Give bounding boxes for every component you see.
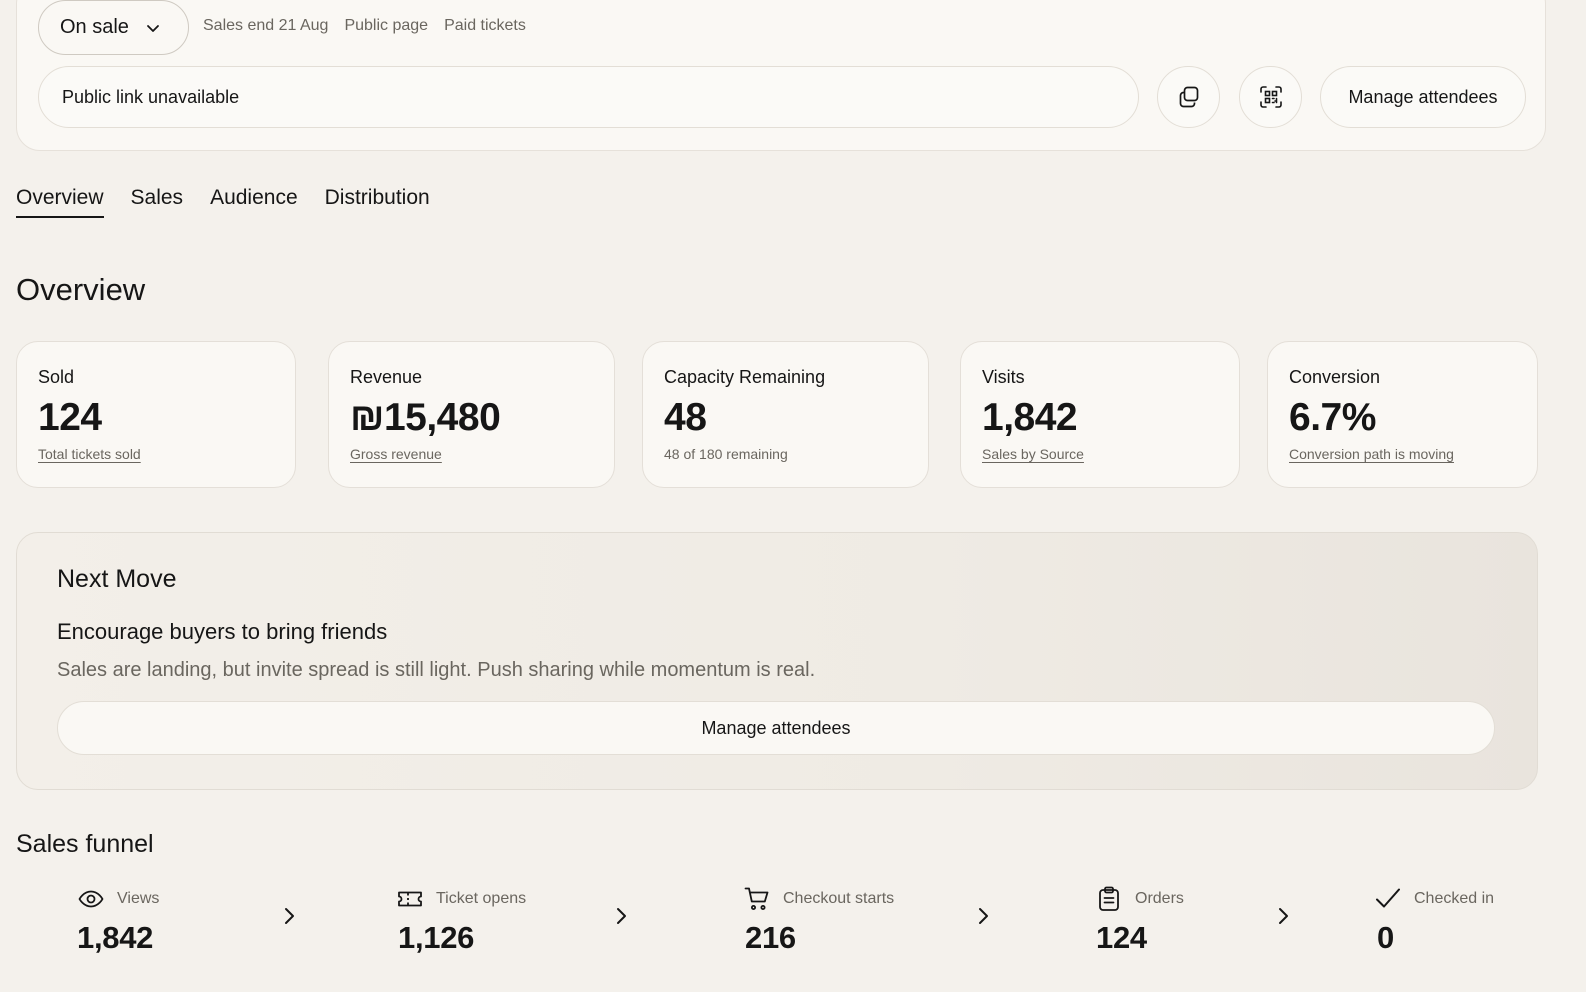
cart-icon xyxy=(744,887,769,910)
check-icon xyxy=(1376,888,1400,908)
public-link-field[interactable]: Public link unavailable xyxy=(38,66,1139,128)
stat-value: 48 xyxy=(664,396,707,439)
stat-sub: 48 of 180 remaining xyxy=(664,446,788,462)
eye-icon xyxy=(78,890,104,908)
funnel-step-orders: Orders 124 xyxy=(1095,884,1184,956)
stat-link[interactable]: Conversion path is moving xyxy=(1289,446,1516,462)
funnel-label: Checked in xyxy=(1414,890,1495,907)
status-label: On sale xyxy=(60,16,129,38)
event-meta: Sales end 21 Aug Public page Paid ticket… xyxy=(203,17,526,35)
meta-paid-tickets: Paid tickets xyxy=(444,17,526,34)
copy-link-button[interactable] xyxy=(1157,66,1220,128)
stat-link[interactable]: Gross revenue xyxy=(350,446,593,462)
stat-link[interactable]: Sales by Source xyxy=(982,446,1218,462)
funnel-label: Orders xyxy=(1135,890,1184,907)
chevron-right-icon xyxy=(617,908,626,924)
funnel-step-views: Views 1,842 xyxy=(77,884,159,956)
stat-card-sold: Sold 124 Total tickets sold xyxy=(16,341,296,488)
ticket-icon xyxy=(398,891,422,907)
chevron-right-icon xyxy=(1279,908,1288,924)
next-move-manage-button[interactable]: Manage attendees xyxy=(57,701,1495,755)
copy-icon xyxy=(1179,86,1198,108)
chevron-right-icon xyxy=(285,908,294,924)
stat-value: 6.7% xyxy=(1289,396,1376,439)
public-link-text: Public link unavailable xyxy=(62,86,240,107)
funnel-step-checked-in: Checked in 0 xyxy=(1374,884,1494,956)
status-dropdown[interactable]: On sale xyxy=(38,0,189,55)
stat-label: Conversion xyxy=(1289,367,1381,387)
qr-code-button[interactable] xyxy=(1239,66,1302,128)
chevron-down-icon xyxy=(147,24,159,32)
tab-overview[interactable]: Overview xyxy=(16,186,104,218)
manage-attendees-button[interactable]: Manage attendees xyxy=(1320,66,1526,128)
stat-value: ₪15,480 xyxy=(350,396,501,439)
stat-value: 1,842 xyxy=(982,396,1078,439)
stat-label: Sold xyxy=(38,367,75,387)
tab-sales[interactable]: Sales xyxy=(131,186,184,218)
qr-code-icon xyxy=(1259,86,1282,108)
funnel-value: 1,842 xyxy=(77,920,154,955)
stat-card-revenue: Revenue ₪15,480 Gross revenue xyxy=(328,341,615,488)
funnel-step-ticket-opens: Ticket opens 1,126 xyxy=(396,884,526,956)
chevron-right-icon xyxy=(979,908,988,924)
funnel-value: 1,126 xyxy=(398,920,475,955)
funnel-value: 0 xyxy=(1377,920,1394,955)
stat-card-capacity: Capacity Remaining 48 48 of 180 remainin… xyxy=(642,341,929,488)
tab-audience[interactable]: Audience xyxy=(210,186,298,218)
meta-sales-end: Sales end 21 Aug xyxy=(203,17,329,34)
next-move-description: Sales are landing, but invite spread is … xyxy=(57,659,816,681)
next-move-headline: Encourage buyers to bring friends xyxy=(57,619,388,644)
stat-card-conversion: Conversion 6.7% Conversion path is movin… xyxy=(1267,341,1538,488)
funnel-label: Checkout starts xyxy=(783,890,895,907)
stat-card-visits: Visits 1,842 Sales by Source xyxy=(960,341,1240,488)
stat-label: Revenue xyxy=(350,367,423,387)
funnel-label: Ticket opens xyxy=(436,890,527,907)
stat-value: 124 xyxy=(38,396,102,439)
meta-public-page: Public page xyxy=(344,17,429,34)
stat-link[interactable]: Total tickets sold xyxy=(38,446,274,462)
next-move-card: Next Move Encourage buyers to bring frie… xyxy=(16,532,1538,790)
event-dashboard: On sale Sales end 21 Aug Public page Pai… xyxy=(0,0,1586,992)
funnel-value: 124 xyxy=(1096,920,1147,955)
clipboard-icon xyxy=(1099,886,1119,911)
tab-bar: Overview Sales Audience Distribution xyxy=(16,186,430,218)
stat-label: Visits xyxy=(982,367,1025,387)
overview-title: Overview xyxy=(16,272,146,307)
funnel-label: Views xyxy=(117,890,160,907)
funnel-step-checkout-starts: Checkout starts 216 xyxy=(743,884,894,956)
funnel-value: 216 xyxy=(745,920,796,955)
next-move-title: Next Move xyxy=(57,565,177,593)
sales-funnel-title: Sales funnel xyxy=(16,830,154,858)
tab-distribution[interactable]: Distribution xyxy=(325,186,430,218)
stat-label: Capacity Remaining xyxy=(664,367,826,387)
